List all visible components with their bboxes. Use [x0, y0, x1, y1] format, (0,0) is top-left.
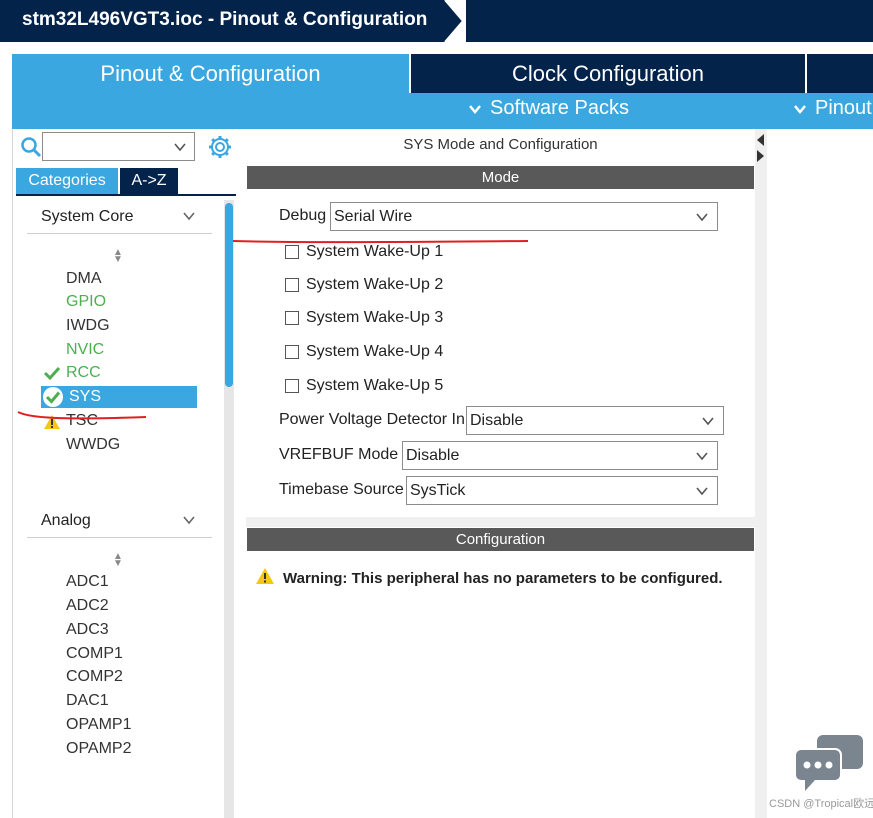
- chevron-down-icon: [183, 516, 195, 525]
- wakeup-5-checkbox[interactable]: [285, 379, 299, 393]
- chevron-down-icon: [696, 487, 708, 496]
- chevron-down-icon: [183, 212, 195, 221]
- pvd-label: Power Voltage Detector In: [279, 411, 465, 428]
- breadcrumb-chevron-icon: [444, 0, 465, 42]
- check-icon: [43, 366, 61, 381]
- chevron-down-icon: [469, 104, 481, 114]
- wakeup-4-checkbox[interactable]: [285, 345, 299, 359]
- warning-prefix: Warning:: [283, 570, 348, 587]
- wakeup-5-label: System Wake-Up 5: [306, 377, 444, 394]
- list-item-wwdg[interactable]: WWDG: [66, 436, 120, 454]
- pinout-menu[interactable]: Pinout: [793, 97, 872, 120]
- warning-text: This peripheral has no parameters to be …: [351, 570, 723, 587]
- gear-icon[interactable]: [208, 135, 232, 159]
- title-bar-right: [466, 0, 873, 42]
- wakeup-3-checkbox[interactable]: [285, 311, 299, 325]
- view-tabs-underline: [16, 194, 236, 196]
- az-button[interactable]: A->Z: [120, 168, 178, 194]
- group-header-system-core[interactable]: System Core: [27, 200, 212, 234]
- list-item-adc1[interactable]: ADC1: [66, 573, 109, 591]
- categories-button[interactable]: Categories: [16, 168, 118, 194]
- list-item-gpio[interactable]: GPIO: [66, 293, 106, 311]
- group-label: Analog: [41, 511, 91, 529]
- list-item-opamp2[interactable]: OPAMP2: [66, 740, 132, 758]
- wakeup-1-checkbox[interactable]: [285, 245, 299, 259]
- wakeup-4-label: System Wake-Up 4: [306, 343, 444, 360]
- configuration-section-header: Configuration: [247, 528, 754, 551]
- vrefbuf-label: VREFBUF Mode: [279, 446, 399, 463]
- collapse-arrows-icon[interactable]: [756, 132, 764, 164]
- list-item-adc2[interactable]: ADC2: [66, 597, 109, 615]
- list-item-opamp1[interactable]: OPAMP1: [66, 716, 132, 734]
- wakeup-3-row[interactable]: System Wake-Up 3: [285, 309, 443, 327]
- sub-toolbar: [12, 93, 873, 129]
- list-item-dac1[interactable]: DAC1: [66, 692, 109, 710]
- software-packs-menu[interactable]: Software Packs: [468, 97, 629, 120]
- tab-bar: [0, 42, 873, 54]
- pinout-view-panel: [767, 129, 873, 818]
- list-item-adc3[interactable]: ADC3: [66, 621, 109, 639]
- tab-clock-configuration[interactable]: Clock Configuration: [411, 54, 805, 93]
- group-header-analog[interactable]: Analog: [27, 504, 212, 538]
- list-item-rcc[interactable]: RCC: [66, 364, 101, 382]
- list-item-sys-selected[interactable]: [41, 386, 197, 408]
- wakeup-2-checkbox[interactable]: [285, 278, 299, 292]
- window-title: stm32L496VGT3.ioc - Pinout & Configurati…: [22, 9, 428, 30]
- wakeup-1-label: System Wake-Up 1: [306, 243, 444, 260]
- wakeup-2-label: System Wake-Up 2: [306, 276, 444, 293]
- vrefbuf-select[interactable]: Disable: [402, 441, 718, 470]
- chevron-down-icon: [696, 452, 708, 461]
- sidebar-scrollbar-thumb[interactable]: [225, 203, 233, 387]
- wakeup-1-row[interactable]: System Wake-Up 1: [285, 243, 443, 261]
- list-item-iwdg[interactable]: IWDG: [66, 317, 110, 335]
- timebase-select-value: SysTick: [410, 481, 466, 499]
- chevron-down-icon[interactable]: [172, 139, 188, 155]
- debug-select-value: Serial Wire: [334, 207, 413, 225]
- panel-splitter[interactable]: [755, 129, 767, 818]
- sort-icon[interactable]: ▲ ▼: [112, 248, 124, 265]
- software-packs-label: Software Packs: [490, 97, 629, 119]
- wakeup-4-row[interactable]: System Wake-Up 4: [285, 343, 443, 361]
- chevron-down-icon: [702, 417, 714, 426]
- pvd-select[interactable]: Disable: [466, 406, 724, 435]
- tab-pinout-configuration[interactable]: Pinout & Configuration: [12, 54, 409, 93]
- wakeup-5-row[interactable]: System Wake-Up 5: [285, 377, 443, 395]
- warning-icon: [44, 415, 60, 429]
- watermark-text: CSDN @Tropical欧远: [769, 798, 873, 810]
- debug-label: Debug: [279, 207, 327, 224]
- mode-section-header: Mode: [247, 166, 754, 189]
- list-item-comp2[interactable]: COMP2: [66, 668, 123, 686]
- chevron-down-icon: [696, 213, 708, 222]
- search-icon[interactable]: [20, 136, 42, 158]
- chat-bubble-icon: [794, 735, 863, 791]
- sort-icon[interactable]: ▲ ▼: [112, 552, 124, 569]
- timebase-select[interactable]: SysTick: [406, 476, 718, 505]
- warning-icon: [256, 568, 274, 584]
- pinout-menu-label: Pinout: [815, 97, 872, 119]
- panel-title: SYS Mode and Configuration: [403, 136, 598, 153]
- tab-more[interactable]: [807, 54, 873, 93]
- vrefbuf-select-value: Disable: [406, 446, 460, 464]
- warning-message: Warning: This peripheral has no paramete…: [283, 570, 723, 587]
- check-circle-icon: [43, 387, 63, 407]
- list-item-dma[interactable]: DMA: [66, 270, 102, 288]
- timebase-label: Timebase Source: [279, 481, 404, 498]
- group-label: System Core: [41, 207, 134, 225]
- mode-configuration-panel: [246, 129, 755, 818]
- wakeup-3-label: System Wake-Up 3: [306, 309, 444, 326]
- debug-select[interactable]: Serial Wire: [330, 202, 718, 231]
- wakeup-2-row[interactable]: System Wake-Up 2: [285, 276, 443, 294]
- section-divider: [246, 517, 755, 527]
- list-item-sys-label: SYS: [69, 388, 102, 405]
- list-item-tsc[interactable]: TSC: [66, 412, 98, 430]
- pvd-select-value: Disable: [470, 411, 524, 429]
- list-item-comp1[interactable]: COMP1: [66, 645, 123, 663]
- chevron-down-icon: [794, 104, 806, 114]
- list-item-nvic[interactable]: NVIC: [66, 341, 104, 359]
